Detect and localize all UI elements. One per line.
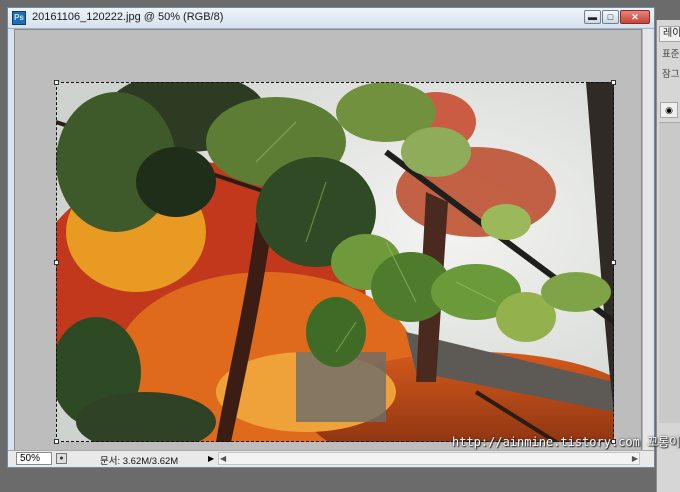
document-image [56,82,614,442]
status-bar: 50% ● 문서: 3.62M/3.62M ▶ ◀ ▶ [8,450,654,467]
minimize-icon: ▬ [588,12,597,22]
layer-visibility-eye-icon[interactable]: ◉ [660,102,678,118]
maximize-button[interactable]: □ [602,10,619,24]
document-title: 20161106_120222.jpg @ 50% (RGB/8) [32,11,224,23]
watermark-text: http://ainmine.tistory.com 꼬롱이 [452,435,680,449]
vertical-scrollbar[interactable] [642,29,652,452]
zoom-options-icon[interactable]: ● [56,453,67,464]
blend-mode-select[interactable]: 표준 [659,46,680,60]
minimize-button[interactable]: ▬ [584,10,601,24]
zoom-level-field[interactable]: 50% [16,452,52,465]
close-icon: ✕ [631,11,639,22]
photoshop-app-icon: Ps [12,11,26,25]
document-size-info: 문서: 3.62M/3.62M [100,456,179,467]
layers-panel: 레이 표준 잠그 ◉ [656,20,680,492]
autumn-leaves-photo [56,82,614,442]
maximize-icon: □ [607,12,614,22]
close-button[interactable]: ✕ [620,10,650,24]
horizontal-scrollbar[interactable]: ◀ ▶ [218,452,640,465]
title-bar[interactable]: Ps 20161106_120222.jpg @ 50% (RGB/8) ▬ □… [8,8,654,29]
layers-tab[interactable]: 레이 [659,26,680,42]
lock-label: 잠그 [662,69,680,80]
status-menu-arrow-icon[interactable]: ▶ [208,453,217,464]
window-controls: ▬ □ ✕ [584,10,650,24]
document-window: Ps 20161106_120222.jpg @ 50% (RGB/8) ▬ □… [7,7,655,468]
scroll-right-icon[interactable]: ▶ [632,453,638,464]
scroll-left-icon[interactable]: ◀ [220,453,226,464]
canvas-area[interactable] [14,29,642,452]
layers-list[interactable] [659,122,680,423]
